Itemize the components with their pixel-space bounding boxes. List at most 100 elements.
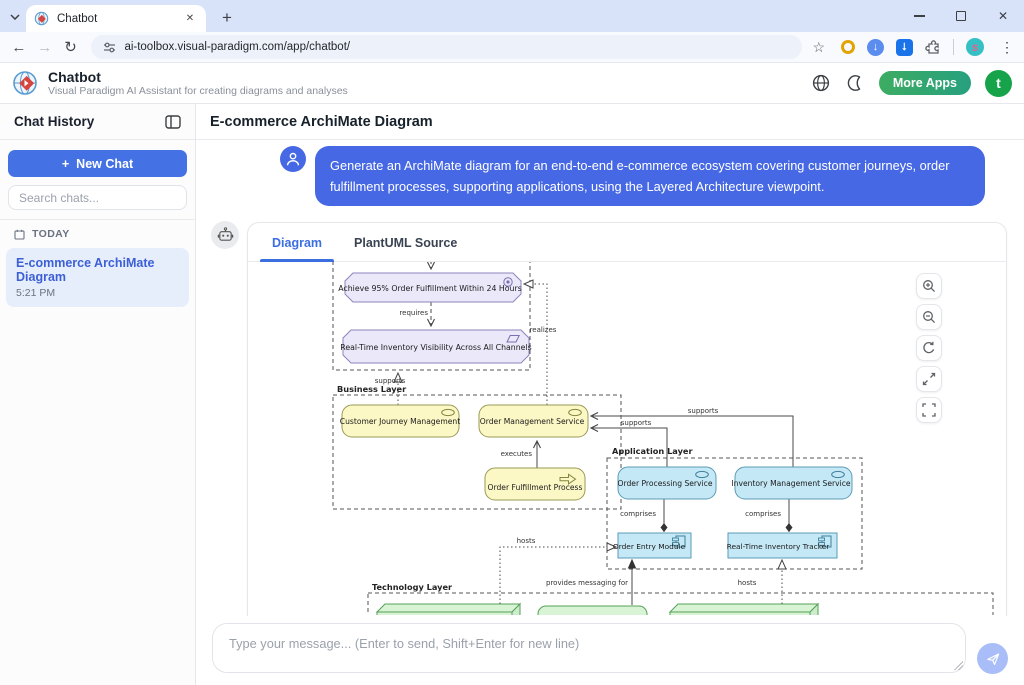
browser-tab[interactable]: Chatbot ✕ — [26, 5, 206, 32]
edge-label-realizes: realizes — [530, 326, 557, 334]
goal-node: Achieve 95% Order Fulfillment Within 24 … — [338, 273, 522, 302]
application-node-ims: Inventory Management Service — [731, 467, 852, 499]
bookmark-star-icon[interactable]: ☆ — [812, 39, 825, 56]
edge-label-comprises-a: comprises — [620, 510, 656, 518]
diagram-zoom-toolbar — [916, 273, 942, 423]
message-input[interactable] — [213, 624, 965, 672]
browser-menu-icon[interactable]: ⋮ — [1000, 39, 1014, 56]
site-settings-icon — [103, 41, 116, 54]
toolbar-separator — [953, 39, 954, 55]
plus-icon: + — [62, 157, 69, 171]
page-title: E-commerce ArchiMate Diagram — [210, 114, 433, 130]
zoom-out-button[interactable] — [916, 304, 942, 330]
fit-to-screen-button[interactable] — [916, 366, 942, 392]
edge-label-hosts-a: hosts — [517, 537, 536, 545]
business-layer-label: Business Layer — [337, 384, 407, 394]
message-input-box — [212, 623, 966, 673]
window-close-button[interactable]: ✕ — [982, 0, 1024, 32]
user-account-avatar[interactable]: t — [985, 70, 1012, 97]
search-chats-input[interactable] — [19, 191, 176, 205]
diagram-canvas[interactable]: Business Layer Application Layer Technol… — [248, 262, 1006, 615]
window-minimize-button[interactable] — [898, 0, 940, 32]
technology-node-3 — [670, 604, 818, 615]
visual-paradigm-logo — [12, 70, 39, 97]
new-chat-button[interactable]: + New Chat — [8, 150, 187, 177]
send-button[interactable] — [977, 643, 1008, 674]
edge-label-hosts-b: hosts — [738, 579, 757, 587]
new-tab-button[interactable]: + — [214, 5, 240, 31]
calendar-icon — [14, 229, 25, 240]
chat-history-item[interactable]: E-commerce ArchiMate Diagram 5:21 PM — [6, 248, 189, 307]
zoom-in-button[interactable] — [916, 273, 942, 299]
search-chats-box — [8, 185, 187, 210]
chat-item-title: E-commerce ArchiMate Diagram — [16, 256, 179, 284]
archimate-diagram: Business Layer Application Layer Technol… — [248, 262, 1006, 615]
browser-profile-avatar[interactable]: s — [966, 38, 984, 56]
app-title: Chatbot — [48, 70, 348, 85]
tab-close-icon[interactable]: ✕ — [182, 11, 198, 27]
url-text: ai-toolbox.visual-paradigm.com/app/chatb… — [124, 41, 350, 53]
application-node-rtit: Real-Time Inventory Tracker — [727, 533, 837, 558]
edge-hosts-a — [500, 547, 616, 604]
today-section-header: TODAY — [0, 220, 195, 246]
new-chat-label: New Chat — [76, 157, 133, 171]
app-header: Chatbot Visual Paradigm AI Assistant for… — [0, 63, 1024, 104]
browser-toolbar: ← → ↻ ai-toolbox.visual-paradigm.com/app… — [0, 32, 1024, 63]
address-bar[interactable]: ai-toolbox.visual-paradigm.com/app/chatb… — [91, 35, 802, 59]
extension-ring-icon[interactable] — [841, 40, 855, 54]
application-layer-label: Application Layer — [612, 446, 693, 456]
response-tabs: Diagram PlantUML Source — [248, 223, 1006, 262]
user-message-bubble: Generate an ArchiMate diagram for an end… — [315, 146, 985, 206]
extension-download-circle-icon[interactable]: ↓ — [867, 39, 884, 56]
reset-view-button[interactable] — [916, 335, 942, 361]
tab-diagram[interactable]: Diagram — [258, 236, 336, 261]
window-maximize-button[interactable] — [940, 0, 982, 32]
tab-search-chevron-icon[interactable] — [6, 8, 24, 26]
edge-label-comprises-b: comprises — [745, 510, 781, 518]
browser-tabstrip: Chatbot ✕ + ✕ — [0, 0, 1024, 32]
extension-download-square-icon[interactable]: ⭣ — [896, 39, 913, 56]
language-globe-icon[interactable] — [811, 73, 831, 93]
business-node-cjm: Customer Journey Management — [340, 405, 460, 437]
chat-item-time: 5:21 PM — [16, 287, 179, 299]
robot-icon — [217, 227, 234, 244]
outcome-node: Real-Time Inventory Visibility Across Al… — [340, 330, 531, 363]
dark-mode-moon-icon[interactable] — [845, 73, 865, 93]
edge-label-supports-ops: supports — [621, 419, 652, 427]
assistant-response-card: Diagram PlantUML Source — [247, 222, 1007, 616]
cjm-label: Customer Journey Management — [340, 417, 460, 426]
send-plane-icon — [985, 651, 1001, 667]
edge-label-executes: executes — [501, 450, 533, 458]
oem-label: Order Entry Module — [613, 542, 686, 551]
application-node-oem: Order Entry Module — [613, 533, 691, 558]
collapse-sidebar-icon[interactable] — [165, 115, 181, 129]
edge-label-supports-ims: supports — [688, 407, 719, 415]
technology-node-1 — [377, 604, 520, 615]
tab-title: Chatbot — [57, 13, 182, 25]
reload-button[interactable]: ↻ — [58, 38, 84, 56]
favicon-icon — [34, 11, 49, 26]
back-button[interactable]: ← — [6, 39, 32, 56]
rtit-label: Real-Time Inventory Tracker — [727, 542, 831, 551]
resize-grip[interactable] — [954, 661, 963, 670]
technology-layer-label: Technology Layer — [372, 582, 453, 592]
technology-node-2 — [538, 606, 647, 615]
person-icon — [283, 149, 303, 169]
user-message-avatar — [280, 146, 306, 172]
conversation-title-bar: E-commerce ArchiMate Diagram — [196, 104, 1024, 140]
fullscreen-button[interactable] — [916, 397, 942, 423]
main-panel: E-commerce ArchiMate Diagram Generate an… — [196, 104, 1024, 685]
extensions-puzzle-icon[interactable] — [925, 39, 941, 55]
forward-button[interactable]: → — [32, 39, 58, 56]
more-apps-button[interactable]: More Apps — [879, 71, 971, 95]
goal-label: Achieve 95% Order Fulfillment Within 24 … — [338, 284, 522, 293]
today-label: TODAY — [32, 228, 70, 240]
ims-label: Inventory Management Service — [731, 479, 851, 488]
ofp-label: Order Fulfillment Process — [488, 483, 583, 492]
edge-label-supports-motivation: supports — [375, 377, 406, 385]
edge-label-provides: provides messaging for — [546, 579, 628, 587]
business-node-oms: Order Management Service — [479, 405, 588, 437]
assistant-avatar — [211, 221, 239, 249]
tab-plantuml-source[interactable]: PlantUML Source — [340, 236, 471, 261]
message-composer — [196, 616, 1024, 685]
